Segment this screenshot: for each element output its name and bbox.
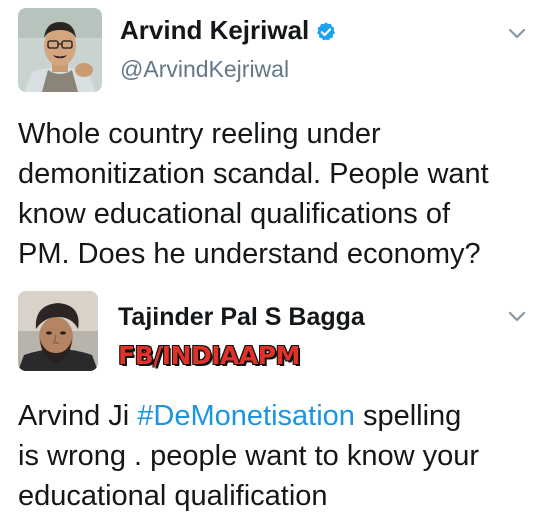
tweet-text-line: PM. Does he understand economy? (18, 238, 481, 270)
verified-badge-icon (317, 22, 336, 41)
tweet-text: Whole country reeling under demonitizati… (18, 114, 543, 274)
chevron-down-icon[interactable] (508, 28, 526, 40)
watermark-logo: FB/INDIAAPM (118, 337, 314, 375)
text-suffix: spelling (354, 400, 462, 432)
tweet-text-line: Arvind Ji #DeMonetisation spelling (18, 396, 543, 436)
tweet-text: Arvind Ji #DeMonetisation spelling is wr… (18, 396, 543, 516)
avatar[interactable] (18, 8, 102, 92)
user-name-text[interactable]: Arvind Kejriwal (120, 15, 309, 45)
tweet-text-line: is wrong . people want to know your (18, 440, 480, 472)
tweet-text-line: demonitization scandal. People want (18, 158, 489, 190)
watermark-text: FB/INDIAAPM (118, 341, 300, 370)
tweet-text-line: educational qualification (18, 480, 328, 512)
tweet-text-line: Whole country reeling under (18, 118, 381, 150)
avatar[interactable] (18, 291, 98, 371)
chevron-down-icon[interactable] (508, 311, 526, 323)
user-name[interactable]: Arvind Kejriwal (120, 14, 337, 46)
user-handle[interactable]: @ArvindKejriwal (120, 56, 289, 83)
tweet-kejriwal: Arvind Kejriwal @ArvindKejriwal Whole co… (0, 0, 552, 285)
text-prefix: Arvind Ji (18, 400, 138, 432)
user-name[interactable]: Tajinder Pal S Bagga (118, 301, 365, 333)
hashtag-link[interactable]: #DeMonetisation (137, 400, 355, 432)
tweet-bagga: Tajinder Pal S Bagga FB/INDIAAPM Arvind … (0, 285, 552, 525)
tweet-text-line: know educational qualifications of (18, 198, 451, 230)
